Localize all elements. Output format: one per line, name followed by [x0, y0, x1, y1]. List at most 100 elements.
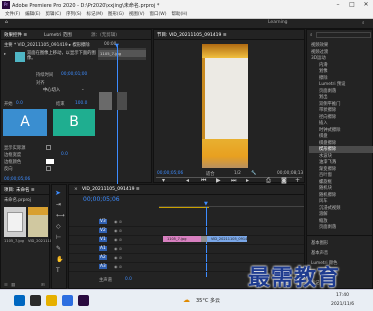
- play-transition-icon[interactable]: ▸: [4, 52, 6, 57]
- slip-tool-icon[interactable]: ⊢: [56, 234, 61, 241]
- maximize-icon[interactable]: □: [345, 0, 359, 10]
- track-toggle-icon[interactable]: ◉ ⊘: [114, 219, 122, 224]
- project-panel: 项目: 未命名 ≡ 未命名.prproj 1105_7.jpg VID_2021…: [0, 184, 53, 289]
- tab-timeline-close-icon[interactable]: ×: [74, 187, 78, 192]
- tab-program[interactable]: 节目: VID_20211105_091419 ≡: [157, 32, 227, 38]
- new-item-icon[interactable]: ⊞: [41, 283, 45, 288]
- minimize-icon[interactable]: –: [331, 0, 345, 10]
- hand-tool-icon[interactable]: ✋: [56, 256, 63, 263]
- menu-file[interactable]: 文件(F): [5, 10, 20, 19]
- clip-name-2: VID_2021110: [28, 239, 53, 243]
- chevron-down-icon[interactable]: ⌄: [81, 87, 85, 92]
- clock-time[interactable]: 17:40: [336, 293, 349, 298]
- camera-icon[interactable]: ◙: [281, 177, 287, 184]
- tab-effect-controls[interactable]: 效果控件 ≡: [4, 32, 27, 38]
- settings-wrench-icon[interactable]: 🔧: [251, 171, 256, 176]
- clock-date[interactable]: 2021/11/6: [331, 302, 354, 307]
- track-toggle-icon[interactable]: ◉ ⊘: [114, 237, 122, 242]
- weather-icon: ☁: [183, 296, 190, 304]
- search-icon[interactable]: ⌕: [362, 20, 365, 26]
- show-source-checkbox[interactable]: [46, 145, 51, 150]
- menu-edit[interactable]: 编辑(E): [25, 10, 40, 19]
- icon-view-icon[interactable]: ▦: [11, 283, 15, 288]
- selection-tool-icon[interactable]: ➤: [55, 189, 61, 197]
- add-marker-icon[interactable]: ▾: [162, 177, 165, 184]
- menu-window[interactable]: 窗口(W): [150, 10, 167, 19]
- menu-help[interactable]: 帮助(H): [171, 10, 187, 19]
- resolution-dropdown[interactable]: 1/2: [234, 171, 241, 176]
- source-sequence-label: 主要 * VID_20211105_091419 ▸ 楔形擦除: [4, 43, 90, 48]
- windows-start-icon[interactable]: [14, 295, 25, 306]
- step-back-icon[interactable]: ◂: [186, 177, 189, 184]
- master-track-value[interactable]: 0.0: [125, 277, 132, 282]
- menu-markers[interactable]: 标记(M): [87, 10, 103, 19]
- alignment-dropdown[interactable]: 中心切入: [43, 87, 60, 93]
- taskview-icon[interactable]: [30, 295, 41, 306]
- duration-value[interactable]: 00;00;01;00: [61, 72, 87, 77]
- tab-source[interactable]: 源：(无剪辑): [91, 32, 117, 38]
- border-color-label: 边框颜色: [4, 160, 22, 165]
- tab-lumetri-scopes[interactable]: Lumetri 范围: [44, 32, 72, 38]
- search-icon[interactable]: ⌕: [310, 33, 312, 38]
- menu-graphics[interactable]: 图形(G): [108, 10, 124, 19]
- panel-essential-sound[interactable]: 基本声音: [311, 250, 328, 256]
- transition-thumbnail: [15, 52, 25, 62]
- playhead-icon[interactable]: ▼: [115, 43, 119, 49]
- track-row[interactable]: V2 ◉ ⊘: [69, 227, 304, 236]
- home-icon[interactable]: ⌂: [5, 20, 8, 25]
- track-toggle-icon[interactable]: ◉ ⊘: [114, 264, 122, 269]
- master-track-label: 主声道: [99, 278, 112, 283]
- timeline-timecode[interactable]: 00;00;05;06: [83, 196, 120, 203]
- word-icon[interactable]: [62, 295, 73, 306]
- program-monitor-panel: 节目: VID_20211105_091419 ≡ 00;00;05;06 适合…: [153, 29, 305, 184]
- effects-tree: 视频效果 视频过渡 3D运动 内滑 划像 擦除 Lumetri 预设 页面剥落 划出 双侧平推门带…: [309, 42, 373, 231]
- menu-clip[interactable]: 剪辑(C): [45, 10, 61, 19]
- track-label: A3: [99, 264, 107, 269]
- premiere-taskbar-icon[interactable]: [78, 295, 89, 306]
- type-tool-icon[interactable]: T: [56, 267, 60, 274]
- workspace-learning[interactable]: Learning: [268, 20, 288, 25]
- track-toggle-icon[interactable]: ◉ ⊘: [114, 255, 122, 260]
- add-button-icon[interactable]: +: [295, 177, 300, 184]
- close-icon[interactable]: ✕: [359, 0, 373, 10]
- start-value[interactable]: 0.0: [16, 101, 23, 106]
- menu-sequence[interactable]: 序列(S): [66, 10, 81, 19]
- clip-thumbnail-1[interactable]: [4, 207, 26, 237]
- tab-project[interactable]: 项目: 未命名 ≡: [4, 187, 35, 193]
- file-explorer-icon[interactable]: [46, 295, 57, 306]
- border-width-value[interactable]: 0.0: [61, 152, 68, 157]
- transition-clip-label: 1105_7.jpg: [98, 50, 146, 57]
- track-toggle-icon[interactable]: ◉ ⊘: [114, 228, 122, 233]
- track-label: V1: [99, 237, 107, 242]
- workspace-bar: ⌂ Learning ⌕: [0, 19, 373, 29]
- program-timecode[interactable]: 00;00;05;06: [157, 171, 183, 176]
- effects-list-item[interactable]: 页面剥落: [309, 224, 373, 231]
- menu-view[interactable]: 视图(V): [129, 10, 145, 19]
- weather-text[interactable]: 35°C 多云: [196, 297, 220, 304]
- effect-timecode[interactable]: 00;00;05;06: [4, 177, 30, 182]
- play-icon[interactable]: ▶: [216, 177, 221, 184]
- effects-search-input[interactable]: [316, 32, 371, 38]
- razor-tool-icon[interactable]: ◇: [56, 223, 61, 230]
- effect-controls-panel: 效果控件 ≡ Lumetri 范围 源：(无剪辑) 主要 * VID_20211…: [0, 29, 152, 184]
- track-label: V3: [99, 219, 107, 224]
- ripple-edit-icon[interactable]: ⟷: [56, 212, 65, 219]
- timeline-clip-image[interactable]: 1105_7.jpg: [163, 236, 201, 242]
- work-area-bar: [159, 207, 209, 208]
- reverse-checkbox[interactable]: [46, 166, 51, 171]
- track-label: A2: [99, 255, 107, 260]
- track-row[interactable]: V3 ◉ ⊘: [69, 218, 304, 227]
- border-color-swatch[interactable]: [46, 159, 54, 164]
- clip-thumbnail-2[interactable]: [28, 207, 48, 237]
- pen-tool-icon[interactable]: ✎: [56, 245, 61, 252]
- end-value[interactable]: 100.0: [75, 101, 87, 106]
- panel-essential-graphics[interactable]: 基本图形: [311, 240, 328, 246]
- watermark-text: 最需教育: [248, 266, 341, 291]
- track-row[interactable]: A1 ◉ ⊘: [69, 245, 304, 254]
- step-forward-icon[interactable]: ▸: [246, 177, 249, 184]
- list-view-icon[interactable]: ☰: [4, 283, 8, 288]
- track-select-icon[interactable]: ⇥: [56, 201, 61, 208]
- tab-timeline[interactable]: VID_20211105_091419 ≡: [82, 187, 140, 192]
- timeline-clip-video[interactable]: VID_20211105_0914: [207, 236, 247, 242]
- track-toggle-icon[interactable]: ◉ ⊘: [114, 246, 122, 251]
